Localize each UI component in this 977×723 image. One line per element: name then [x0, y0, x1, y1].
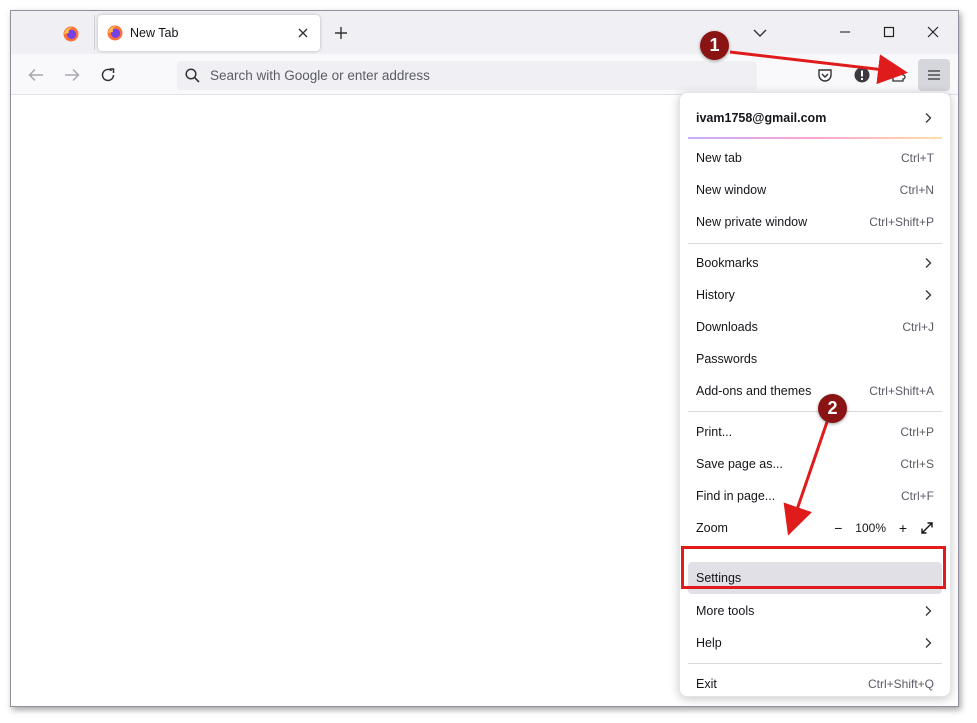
step-2-badge: 2: [818, 394, 847, 423]
menu-item-label: Downloads: [696, 320, 758, 334]
menu-item-shortcut: Ctrl+N: [899, 183, 934, 197]
zoom-out-button[interactable]: −: [831, 520, 845, 536]
list-all-tabs-button[interactable]: [749, 23, 771, 43]
close-window-button[interactable]: [911, 17, 955, 47]
search-icon: [185, 68, 200, 83]
tab-close-button[interactable]: [294, 24, 312, 42]
menu-separator: [688, 243, 942, 244]
chevron-right-icon: [925, 113, 932, 123]
title-bar: New Tab: [11, 11, 958, 54]
account-item[interactable]: ivam1758@gmail.com: [688, 101, 942, 135]
firefox-icon: [63, 26, 79, 42]
chevron-right-icon: [925, 638, 932, 648]
menu-item-label: Print...: [696, 425, 733, 439]
menu-item-shortcut: Ctrl+Shift+A: [869, 384, 934, 398]
menu-item-label: Passwords: [696, 352, 758, 366]
menu-item-label: Zoom: [696, 521, 728, 535]
menu-item-shortcut: Ctrl+T: [901, 151, 934, 165]
menu-item-label: Bookmarks: [696, 256, 759, 270]
step-1-badge: 1: [700, 31, 729, 60]
arrow-right-icon: [65, 68, 80, 82]
arrow-left-icon: [28, 68, 43, 82]
menu-item-zoom: Zoom − 100% +: [688, 513, 942, 543]
browser-window: New Tab Search with Google or enter addr…: [10, 10, 959, 707]
hamburger-menu-icon: [928, 70, 940, 80]
menu-item-label: Exit: [696, 677, 717, 691]
info-extension-icon: [854, 67, 870, 83]
fullscreen-icon: [921, 522, 933, 534]
pocket-button[interactable]: [811, 62, 839, 88]
reload-icon: [101, 68, 115, 82]
extensions-menu-button[interactable]: [885, 62, 913, 88]
menu-item-save-page-as[interactable]: Save page as... Ctrl+S: [688, 449, 942, 479]
chevron-right-icon: [925, 290, 932, 300]
close-icon: [927, 26, 939, 38]
menu-item-history[interactable]: History: [688, 280, 942, 310]
zoom-controls: − 100% +: [831, 520, 934, 536]
fullscreen-button[interactable]: [920, 521, 934, 535]
account-separator: [688, 137, 942, 139]
plus-icon: [335, 27, 347, 39]
menu-item-label: New private window: [696, 215, 808, 229]
menu-item-label: More tools: [696, 604, 755, 618]
menu-item-more-tools[interactable]: More tools: [688, 596, 942, 626]
minimize-button[interactable]: [823, 17, 867, 47]
forward-button[interactable]: [59, 62, 85, 88]
menu-item-label: Find in page...: [696, 489, 776, 503]
menu-item-label: Add-ons and themes: [696, 384, 812, 398]
tab-new-tab[interactable]: New Tab: [98, 15, 320, 51]
address-input[interactable]: [210, 68, 710, 83]
menu-item-shortcut: Ctrl+P: [900, 425, 934, 439]
chevron-right-icon: [925, 258, 932, 268]
reload-button[interactable]: [95, 62, 121, 88]
extension-button[interactable]: [848, 62, 876, 88]
menu-item-label: New tab: [696, 151, 742, 165]
menu-item-help[interactable]: Help: [688, 628, 942, 658]
open-application-menu-button[interactable]: [918, 59, 950, 91]
zoom-in-button[interactable]: +: [896, 520, 910, 536]
maximize-button[interactable]: [867, 17, 911, 47]
menu-item-new-private-window[interactable]: New private window Ctrl+Shift+P: [688, 207, 942, 237]
menu-item-shortcut: Ctrl+J: [902, 320, 934, 334]
menu-item-label: Save page as...: [696, 457, 783, 471]
back-button[interactable]: [23, 62, 49, 88]
minimize-icon: [840, 31, 850, 33]
menu-item-exit[interactable]: Exit Ctrl+Shift+Q: [688, 669, 942, 699]
chevron-right-icon: [925, 606, 932, 616]
menu-item-shortcut: Ctrl+S: [900, 457, 934, 471]
menu-item-print[interactable]: Print... Ctrl+P: [688, 417, 942, 447]
menu-separator: [688, 663, 942, 664]
menu-item-downloads[interactable]: Downloads Ctrl+J: [688, 312, 942, 342]
menu-item-bookmarks[interactable]: Bookmarks: [688, 248, 942, 278]
menu-item-new-tab[interactable]: New tab Ctrl+T: [688, 143, 942, 173]
settings-highlight-box: [681, 546, 946, 589]
menu-item-find-in-page[interactable]: Find in page... Ctrl+F: [688, 481, 942, 511]
maximize-icon: [883, 26, 895, 38]
firefox-icon: [107, 25, 123, 41]
zoom-reset-button[interactable]: 100%: [855, 521, 886, 535]
puzzle-icon: [892, 69, 906, 82]
pocket-icon: [818, 69, 832, 82]
close-icon: [298, 28, 308, 38]
menu-item-shortcut: Ctrl+Shift+P: [869, 215, 934, 229]
menu-item-shortcut: Ctrl+F: [901, 489, 934, 503]
menu-item-label: History: [696, 288, 735, 302]
application-menu: ivam1758@gmail.com New tab Ctrl+T New wi…: [679, 92, 951, 697]
tab-title: New Tab: [130, 26, 179, 40]
address-bar[interactable]: [177, 61, 757, 90]
new-tab-button[interactable]: [329, 21, 353, 45]
menu-item-label: New window: [696, 183, 767, 197]
chevron-down-icon: [753, 29, 767, 37]
account-email: ivam1758@gmail.com: [696, 111, 827, 125]
menu-item-label: Help: [696, 636, 722, 650]
menu-separator: [688, 411, 942, 412]
navigation-toolbar: [11, 54, 958, 95]
tab-separator: [94, 15, 95, 50]
menu-item-passwords[interactable]: Passwords: [688, 344, 942, 374]
pinned-tab[interactable]: [51, 19, 91, 49]
menu-item-new-window[interactable]: New window Ctrl+N: [688, 175, 942, 205]
menu-item-add-ons-and-themes[interactable]: Add-ons and themes Ctrl+Shift+A: [688, 376, 942, 406]
menu-item-shortcut: Ctrl+Shift+Q: [867, 677, 934, 691]
